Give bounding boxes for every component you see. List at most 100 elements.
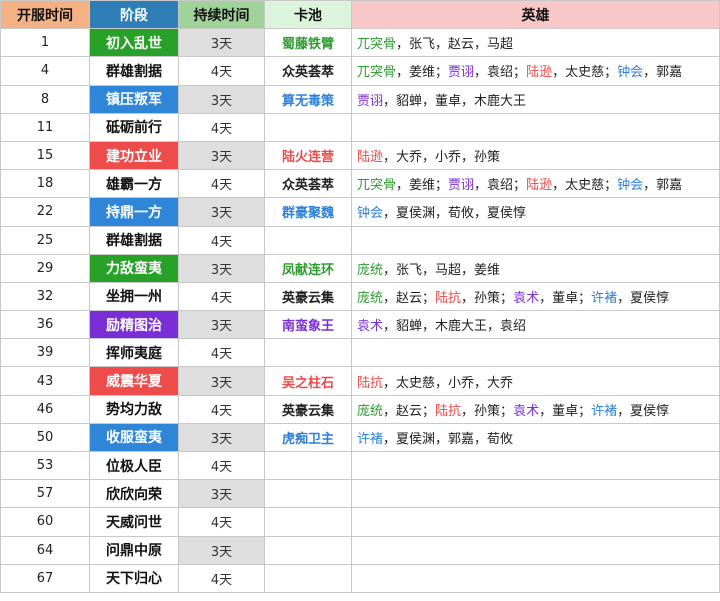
- stage-cell: 收服蛮夷: [89, 422, 179, 453]
- stage-cell: 力敌蛮夷: [89, 253, 179, 283]
- hero-text: ，董卓；: [539, 290, 592, 306]
- hero-text: ，孙策；: [461, 290, 514, 306]
- duration-cell: 4天: [178, 56, 265, 86]
- table-row: 8 镇压叛军 3天 算无毒策 贾诩，貂蝉，董卓，木鹿大王: [0, 84, 720, 114]
- card-pool-cell: 众英荟萃: [264, 56, 352, 86]
- header-heroes: 英雄: [351, 0, 720, 30]
- heroes-cell: 兀突骨，姜维；贾诩，袁绍；陆逊，太史慈；钟会，郭嘉: [351, 56, 720, 86]
- table-row: 50 收服蛮夷 3天 虎痴卫主 许褚，夏侯渊，郭嘉，荀攸: [0, 422, 720, 453]
- duration-cell: 4天: [178, 112, 265, 142]
- card-pool-cell: [264, 507, 352, 537]
- duration-cell: 3天: [178, 28, 265, 58]
- hero-text: 陆抗: [435, 403, 462, 419]
- heroes-cell: [351, 338, 720, 368]
- heroes-cell: [351, 450, 720, 481]
- card-pool-cell: 英豪云集: [264, 281, 352, 312]
- open-day-cell: 39: [0, 338, 90, 368]
- open-day-cell: 46: [0, 394, 90, 424]
- header-duration: 持续时间: [178, 0, 265, 30]
- stage-cell: 挥师夷庭: [89, 338, 179, 368]
- open-day-cell: 18: [0, 169, 90, 199]
- table-row: 29 力敌蛮夷 3天 凤献连环 庞统，张飞，马超，姜维: [0, 253, 720, 283]
- open-day-cell: 8: [0, 84, 90, 114]
- hero-text: ，姜维；: [396, 178, 449, 194]
- heroes-cell: 庞统，赵云；陆抗，孙策；袁术，董卓；许褚，夏侯惇: [351, 281, 720, 312]
- hero-text: ，张飞，赵云，马超: [396, 37, 514, 53]
- hero-text: ，夏侯惇: [617, 290, 670, 306]
- open-day-cell: 15: [0, 140, 90, 171]
- duration-cell: 3天: [178, 197, 265, 227]
- hero-text: 钟会: [617, 178, 644, 194]
- hero-text: ，张飞，马超，姜维: [383, 262, 501, 278]
- duration-cell: 4天: [178, 450, 265, 481]
- duration-cell: 4天: [178, 169, 265, 199]
- hero-text: 庞统: [357, 290, 384, 306]
- hero-text: 袁术: [357, 319, 384, 335]
- table-row: 60 天威问世 4天: [0, 507, 720, 537]
- duration-cell: 3天: [178, 84, 265, 114]
- table-row: 1 初入乱世 3天 蜀藤铁臂 兀突骨，张飞，赵云，马超: [0, 28, 720, 58]
- card-pool-cell: 蜀藤铁臂: [264, 28, 352, 58]
- hero-text: ，郭嘉: [643, 178, 683, 194]
- table-row: 32 坐拥一州 4天 英豪云集 庞统，赵云；陆抗，孙策；袁术，董卓；许褚，夏侯惇: [0, 281, 720, 312]
- card-pool-cell: 算无毒策: [264, 84, 352, 114]
- hero-text: 贾诩: [448, 65, 475, 81]
- table-row: 22 持鼎一方 3天 群豪聚魏 钟会，夏侯渊，荀攸，夏侯惇: [0, 197, 720, 227]
- duration-cell: 3天: [178, 140, 265, 171]
- hero-text: ，太史慈，小乔，大乔: [383, 375, 514, 391]
- open-day-cell: 4: [0, 56, 90, 86]
- hero-text: 兀突骨: [357, 37, 397, 53]
- heroes-cell: 兀突骨，张飞，赵云，马超: [351, 28, 720, 58]
- hero-text: 陆逊: [357, 150, 384, 166]
- hero-text: 钟会: [357, 206, 384, 222]
- card-pool-cell: 吴之柱石: [264, 366, 352, 396]
- hero-text: 陆逊: [526, 65, 553, 81]
- card-pool-cell: 群豪聚魏: [264, 197, 352, 227]
- card-pool-cell: 英豪云集: [264, 394, 352, 424]
- stage-cell: 建功立业: [89, 140, 179, 171]
- hero-text: ，董卓；: [539, 403, 592, 419]
- hero-text: 兀突骨: [357, 65, 397, 81]
- hero-text: ，夏侯渊，荀攸，夏侯惇: [383, 206, 527, 222]
- duration-cell: 3天: [178, 253, 265, 283]
- hero-text: ，夏侯惇: [617, 403, 670, 419]
- duration-cell: 4天: [178, 338, 265, 368]
- card-pool-cell: 南蛮象王: [264, 310, 352, 340]
- heroes-cell: 袁术，貂蝉，木鹿大王，袁绍: [351, 310, 720, 340]
- hero-text: 陆抗: [357, 375, 384, 391]
- table-row: 15 建功立业 3天 陆火连营 陆逊，大乔，小乔，孙策: [0, 140, 720, 171]
- header-stage: 阶段: [89, 0, 179, 30]
- stage-cell: 天下归心: [89, 563, 179, 593]
- table-row: 53 位极人臣 4天: [0, 450, 720, 481]
- hero-text: ，赵云；: [383, 403, 436, 419]
- heroes-cell: 贾诩，貂蝉，董卓，木鹿大王: [351, 84, 720, 114]
- hero-text: ，姜维；: [396, 65, 449, 81]
- header-open-time: 开服时间: [0, 0, 90, 30]
- stage-cell: 问鼎中原: [89, 535, 179, 565]
- open-day-cell: 32: [0, 281, 90, 312]
- hero-text: ，太史慈；: [552, 65, 618, 81]
- hero-text: 庞统: [357, 403, 384, 419]
- table-row: 43 威震华夏 3天 吴之柱石 陆抗，太史慈，小乔，大乔: [0, 366, 720, 396]
- stage-cell: 势均力敌: [89, 394, 179, 424]
- hero-text: ，袁绍；: [474, 178, 527, 194]
- table-row: 4 群雄割据 4天 众英荟萃 兀突骨，姜维；贾诩，袁绍；陆逊，太史慈；钟会，郭嘉: [0, 56, 720, 86]
- stage-cell: 雄霸一方: [89, 169, 179, 199]
- hero-text: ，袁绍；: [474, 65, 527, 81]
- stage-cell: 镇压叛军: [89, 84, 179, 114]
- open-day-cell: 22: [0, 197, 90, 227]
- hero-text: ，郭嘉: [643, 65, 683, 81]
- hero-text: 贾诩: [448, 178, 475, 194]
- hero-text: 陆抗: [435, 290, 462, 306]
- hero-text: ，貂蝉，董卓，木鹿大王: [383, 93, 527, 109]
- header-card-pool: 卡池: [264, 0, 352, 30]
- table-row: 11 砥砺前行 4天: [0, 112, 720, 142]
- open-day-cell: 29: [0, 253, 90, 283]
- hero-text: 贾诩: [357, 93, 384, 109]
- duration-cell: 4天: [178, 281, 265, 312]
- duration-cell: 3天: [178, 479, 265, 509]
- heroes-cell: [351, 112, 720, 142]
- duration-cell: 3天: [178, 535, 265, 565]
- stage-cell: 励精图治: [89, 310, 179, 340]
- card-pool-cell: [264, 535, 352, 565]
